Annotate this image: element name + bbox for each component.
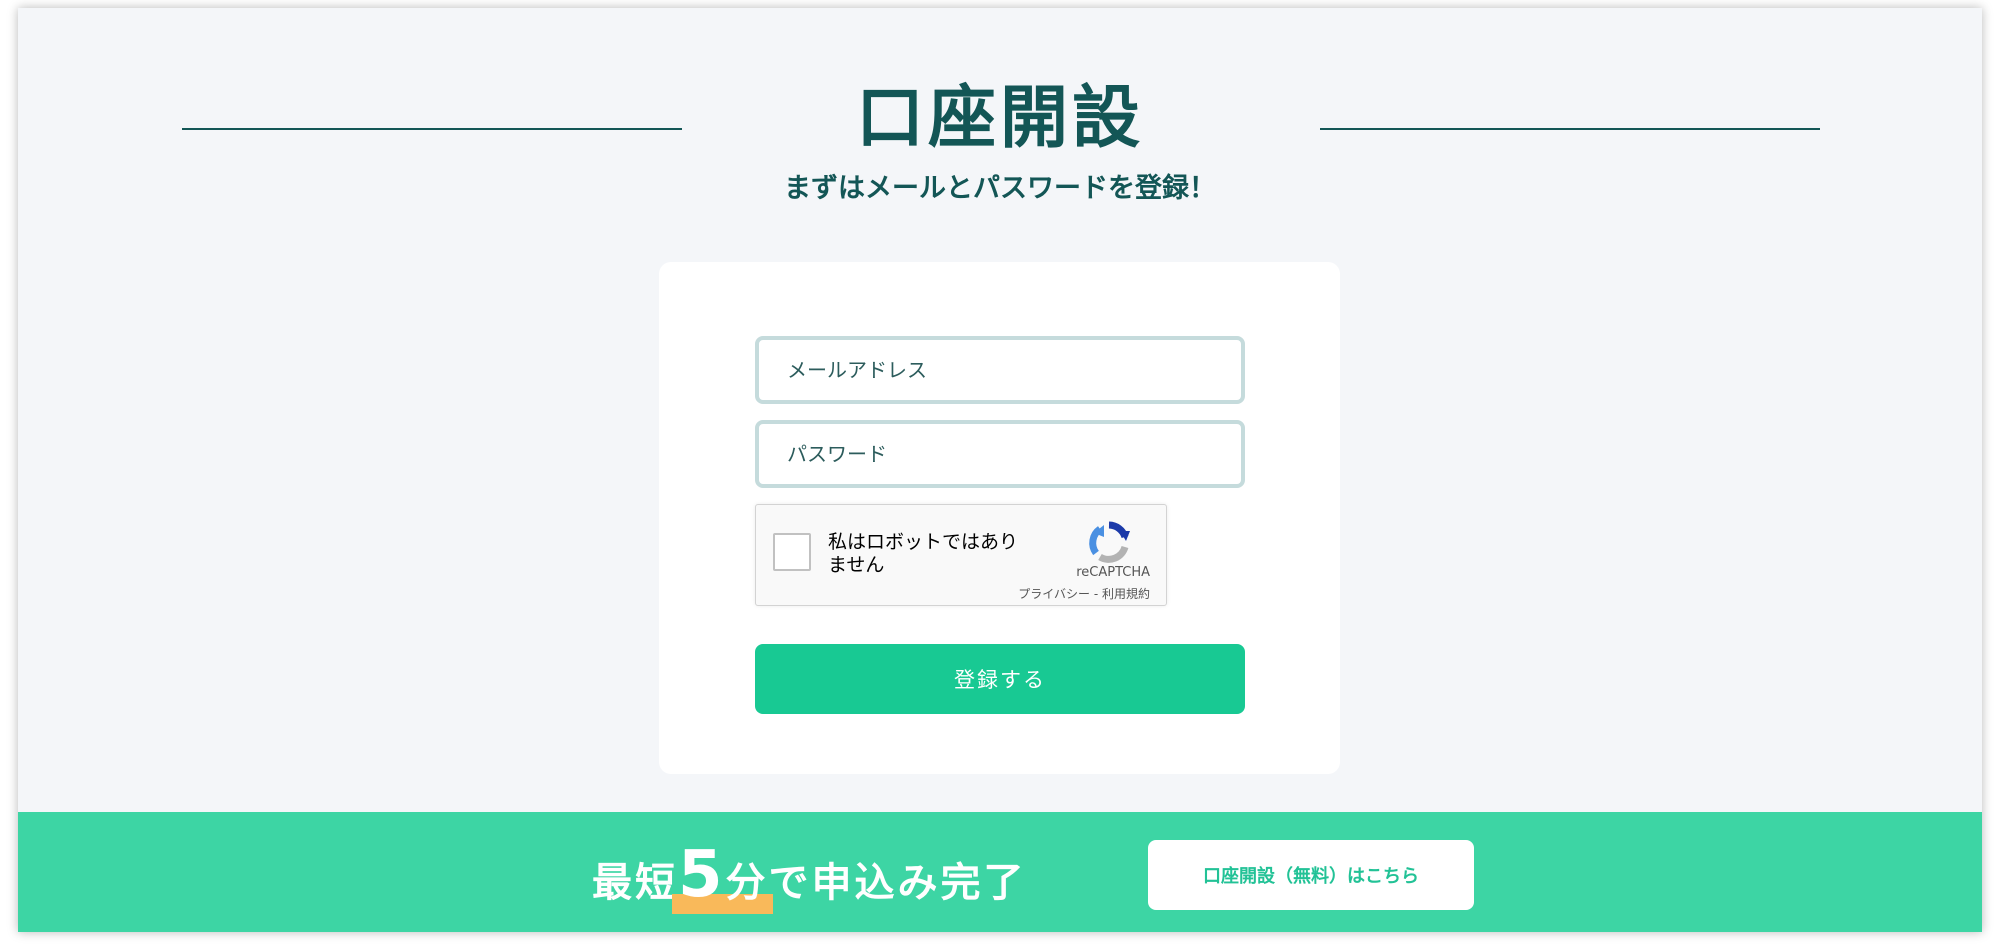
title-divider-right xyxy=(1320,128,1820,130)
password-input[interactable] xyxy=(787,424,1241,484)
recaptcha-terms-link[interactable]: 利用規約 xyxy=(1102,587,1150,601)
banner-tagline: 最短 5 分 で申込み完了 xyxy=(592,838,1027,914)
recaptcha-link-separator: - xyxy=(1090,587,1102,601)
tagline-unit: 分 xyxy=(725,860,769,906)
recaptcha-brand: reCAPTCHA xyxy=(1076,565,1150,580)
email-field[interactable] xyxy=(755,336,1245,404)
recaptcha-widget: 私はロボットではありません reCAPTCHA プライバシー - 利用規約 xyxy=(755,504,1167,606)
tagline-suffix: で申込み完了 xyxy=(768,860,1027,906)
recaptcha-links: プライバシー - 利用規約 xyxy=(1018,585,1150,602)
page: 口座開設 まずはメールとパスワードを登録！ 私はロボットではありません reCA… xyxy=(18,8,1982,932)
email-input[interactable] xyxy=(787,340,1241,400)
recaptcha-logo-icon xyxy=(1089,521,1130,563)
tagline-number: 5 xyxy=(678,838,726,912)
password-field[interactable] xyxy=(755,420,1245,488)
recaptcha-checkbox[interactable] xyxy=(773,533,811,571)
page-title: 口座開設 xyxy=(855,79,1144,158)
recaptcha-privacy-link[interactable]: プライバシー xyxy=(1018,587,1090,601)
page-subtitle: まずはメールとパスワードを登録！ xyxy=(784,173,1216,204)
open-account-cta-button[interactable]: 口座開設（無料）はこちら xyxy=(1148,840,1474,910)
registration-card: 私はロボットではありません reCAPTCHA プライバシー - 利用規約 登録… xyxy=(659,262,1340,774)
register-button[interactable]: 登録する xyxy=(755,644,1245,714)
tagline-prefix: 最短 xyxy=(592,860,678,906)
bottom-banner: 最短 5 分 で申込み完了 口座開設（無料）はこちら xyxy=(18,812,1982,932)
tagline-highlight: 5 分 xyxy=(672,838,773,914)
recaptcha-label: 私はロボットではありません xyxy=(828,531,1019,576)
